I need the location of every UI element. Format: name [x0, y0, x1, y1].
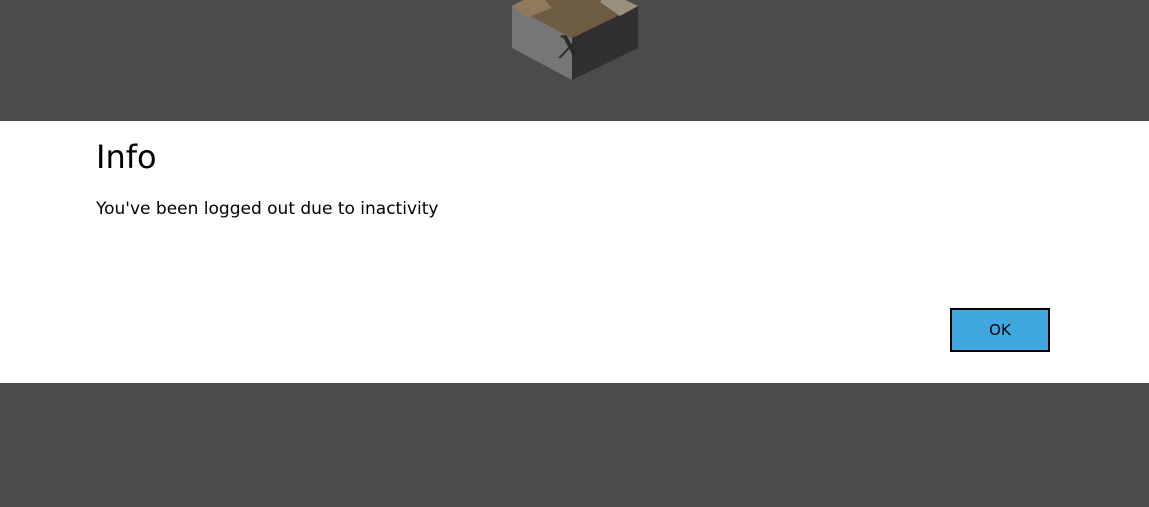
- dialog-title: Info: [96, 138, 157, 176]
- dialog-message: You've been logged out due to inactivity: [96, 199, 439, 219]
- svg-text:x: x: [558, 18, 583, 69]
- ok-button[interactable]: OK: [950, 308, 1050, 352]
- cube-logo-icon: x: [512, 0, 638, 80]
- info-dialog: Info You've been logged out due to inact…: [0, 121, 1149, 383]
